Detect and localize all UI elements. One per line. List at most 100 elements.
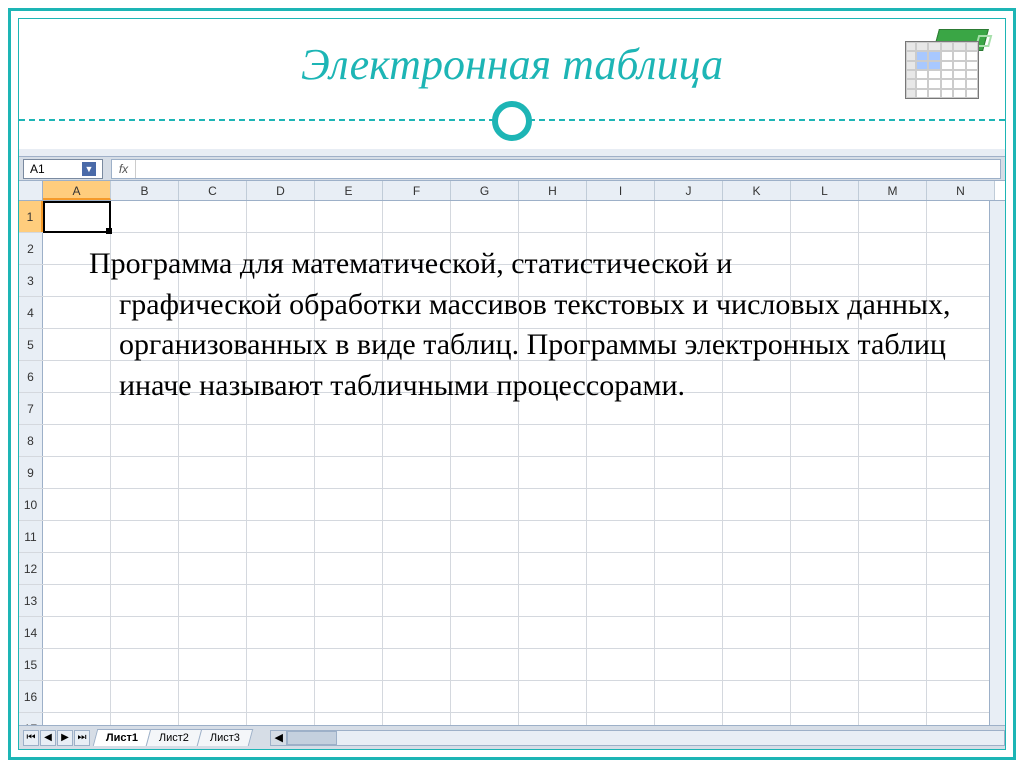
cell[interactable]	[859, 457, 927, 488]
cell[interactable]	[43, 521, 111, 552]
col-header-i[interactable]: I	[587, 181, 655, 200]
cell[interactable]	[655, 617, 723, 648]
cell[interactable]	[179, 649, 247, 680]
row-header[interactable]: 2	[19, 233, 43, 264]
cell[interactable]	[111, 425, 179, 456]
cell[interactable]	[655, 553, 723, 584]
cell[interactable]	[519, 681, 587, 712]
cell[interactable]	[43, 649, 111, 680]
vertical-scrollbar[interactable]	[989, 201, 1005, 725]
cell[interactable]	[315, 425, 383, 456]
row-header[interactable]: 16	[19, 681, 43, 712]
sheet-nav-prev-icon[interactable]: ◀	[40, 730, 56, 746]
cell[interactable]	[247, 681, 315, 712]
scroll-left-icon[interactable]: ◀	[271, 731, 287, 745]
cell[interactable]	[383, 553, 451, 584]
cell[interactable]	[519, 425, 587, 456]
cell[interactable]	[519, 713, 587, 725]
cell[interactable]	[43, 425, 111, 456]
cell[interactable]	[859, 521, 927, 552]
cell[interactable]	[723, 649, 791, 680]
cell[interactable]	[859, 585, 927, 616]
row-header[interactable]: 12	[19, 553, 43, 584]
cell[interactable]	[587, 649, 655, 680]
cell[interactable]	[383, 617, 451, 648]
cell[interactable]	[111, 489, 179, 520]
cell[interactable]	[519, 553, 587, 584]
col-header-c[interactable]: C	[179, 181, 247, 200]
select-all-corner[interactable]	[19, 181, 43, 200]
col-header-j[interactable]: J	[655, 181, 723, 200]
cell[interactable]	[247, 617, 315, 648]
cell[interactable]	[315, 617, 383, 648]
cell[interactable]	[519, 201, 587, 232]
cell[interactable]	[927, 585, 995, 616]
cell[interactable]	[451, 425, 519, 456]
cell[interactable]	[859, 489, 927, 520]
cell[interactable]	[723, 617, 791, 648]
cell[interactable]	[791, 425, 859, 456]
cell[interactable]	[179, 457, 247, 488]
cell[interactable]	[723, 585, 791, 616]
cell[interactable]	[587, 521, 655, 552]
cell[interactable]	[179, 489, 247, 520]
cell[interactable]	[111, 681, 179, 712]
row-header[interactable]: 7	[19, 393, 43, 424]
cell[interactable]	[927, 649, 995, 680]
cell[interactable]	[655, 521, 723, 552]
cell[interactable]	[723, 713, 791, 725]
sheet-tab-2[interactable]: Лист2	[146, 729, 203, 746]
row-header[interactable]: 9	[19, 457, 43, 488]
cell[interactable]	[723, 201, 791, 232]
cell[interactable]	[519, 649, 587, 680]
cell[interactable]	[383, 681, 451, 712]
cell[interactable]	[519, 521, 587, 552]
cell[interactable]	[655, 425, 723, 456]
cell[interactable]	[859, 201, 927, 232]
cell[interactable]	[247, 425, 315, 456]
cell[interactable]	[111, 585, 179, 616]
cell[interactable]	[315, 681, 383, 712]
col-header-h[interactable]: H	[519, 181, 587, 200]
cell[interactable]	[655, 681, 723, 712]
col-header-n[interactable]: N	[927, 181, 995, 200]
cell[interactable]	[111, 713, 179, 725]
cell[interactable]	[315, 201, 383, 232]
cell[interactable]	[927, 201, 995, 232]
cell[interactable]	[723, 681, 791, 712]
cell[interactable]	[43, 489, 111, 520]
cell[interactable]	[859, 713, 927, 725]
cell[interactable]	[383, 521, 451, 552]
cell[interactable]	[179, 617, 247, 648]
cell[interactable]	[927, 713, 995, 725]
cell[interactable]	[655, 585, 723, 616]
scroll-thumb[interactable]	[287, 731, 337, 745]
col-header-k[interactable]: K	[723, 181, 791, 200]
cell[interactable]	[927, 553, 995, 584]
cell[interactable]	[791, 521, 859, 552]
cell[interactable]	[927, 617, 995, 648]
cell[interactable]	[43, 617, 111, 648]
cell[interactable]	[519, 457, 587, 488]
cell[interactable]	[791, 201, 859, 232]
cell[interactable]	[111, 521, 179, 552]
col-header-d[interactable]: D	[247, 181, 315, 200]
col-header-g[interactable]: G	[451, 181, 519, 200]
row-header[interactable]: 17	[19, 713, 43, 725]
sheet-tab-1[interactable]: Лист1	[93, 729, 152, 746]
cell[interactable]	[519, 585, 587, 616]
cell[interactable]	[43, 457, 111, 488]
row-header[interactable]: 4	[19, 297, 43, 328]
cell[interactable]	[315, 649, 383, 680]
cell[interactable]	[723, 489, 791, 520]
horizontal-scrollbar[interactable]: ◀	[270, 730, 1005, 746]
cell[interactable]	[383, 585, 451, 616]
cell[interactable]	[859, 553, 927, 584]
cell[interactable]	[791, 489, 859, 520]
cell[interactable]	[451, 201, 519, 232]
cell[interactable]	[43, 553, 111, 584]
row-header[interactable]: 13	[19, 585, 43, 616]
cell[interactable]	[43, 585, 111, 616]
cell[interactable]	[859, 425, 927, 456]
cell[interactable]	[315, 457, 383, 488]
